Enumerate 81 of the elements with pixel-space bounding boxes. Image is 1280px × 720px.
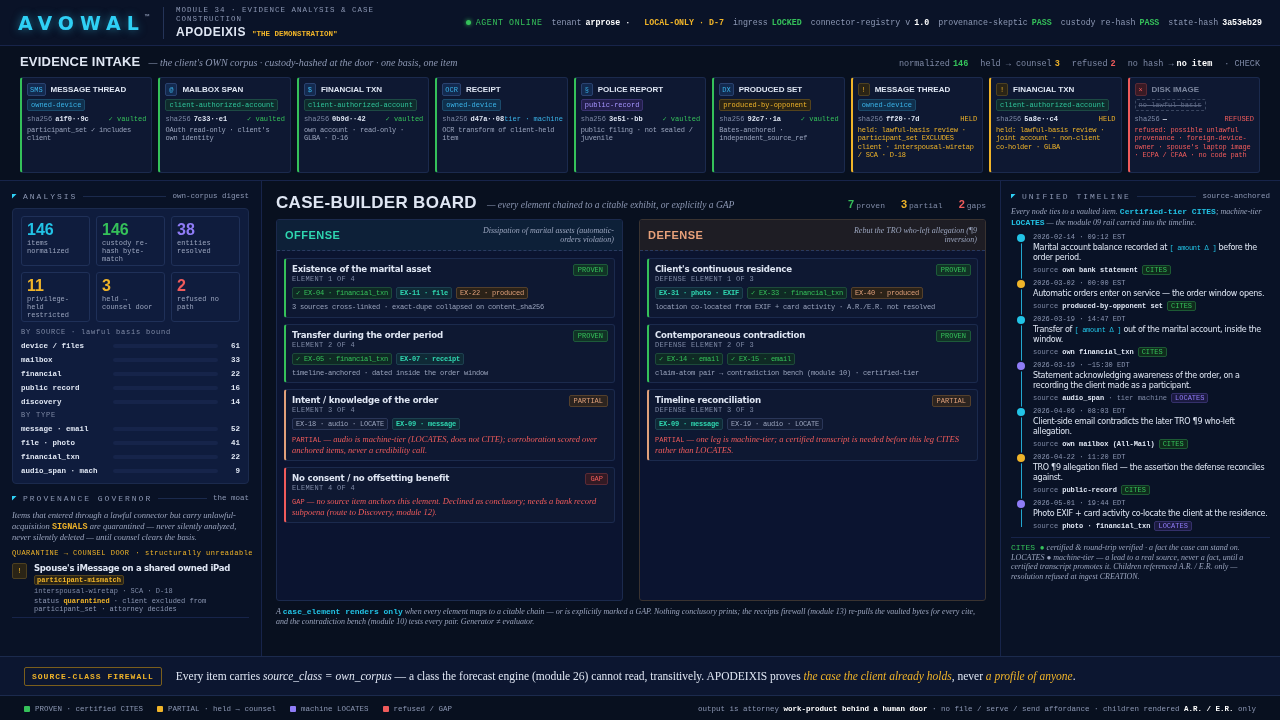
stat-value: 3 — [1054, 59, 1060, 69]
status-value: LOCKED — [771, 18, 802, 27]
board-footnote: A case_element renders only when every element maps to a citable chain — or is explicitly marked a GAP. Nothing conclusory prints; the receipts firewall (module 13) re-pulls the vaulted bytes for every cite, and the contradiction bench (module 10) tests every pair. Generator ≠ evaluator. — [276, 607, 976, 627]
stat-label: refused — [1071, 59, 1108, 69]
event-text: Statement acknowledging awareness of the order, on a recording the client made as a participant. — [1033, 371, 1241, 391]
count-label: gaps — [966, 201, 986, 210]
column-note: Rebut the TRO who-left allegation (¶9 inversion) — [852, 225, 977, 245]
timeline-intro: Every node ties to a vaulted item. Certified-tier CITES; machine-tier LOCATES — the module 09 rail carried into the timeline. — [1011, 207, 1263, 228]
count-value: 3 — [900, 198, 908, 210]
status-label: ingress — [732, 18, 768, 27]
element-title: Timeline reconciliation — [655, 395, 761, 405]
card-title: POLICE REPORT — [597, 85, 664, 94]
column-title: OFFENSE — [285, 229, 341, 241]
panel-title: UNIFIED TIMELINE — [1022, 191, 1131, 201]
count-label: proven — [856, 201, 885, 210]
stat-label: held → counsel — [980, 59, 1052, 69]
count-value: 7 — [848, 198, 855, 210]
stat-value: no item — [1176, 59, 1213, 69]
card-title: MESSAGE THREAD — [50, 85, 127, 94]
element-title: Transfer during the order period — [292, 329, 443, 340]
governor-text: Items that entered through a lawful connector but carry unlawful-acquisition SIGNALS are quarantined — never silently analyzed, never silently deleted — until counsel clears the basis. — [12, 510, 238, 543]
event-text: TRO ¶9 allegation filed — the assertion the defense reconciles against. — [1033, 463, 1266, 483]
status-value: LOCAL-ONLY · D-7 — [644, 18, 724, 27]
column-title: DEFENSE — [648, 229, 704, 241]
tile-value: 146 — [27, 221, 55, 238]
status-dot — [465, 20, 471, 25]
element-title: Client's continuous residence — [655, 264, 792, 274]
tile-value: 2 — [177, 277, 187, 294]
stat-label: normalized — [898, 59, 950, 69]
event-text: Client-side email contradicts the later TRO ¶9 who-left allegation. — [1033, 417, 1236, 437]
column-note: Dissipation of marital assets (automatic-orders violation) — [481, 225, 614, 245]
card-title: DISK IMAGE — [1151, 85, 1200, 94]
status-label: provenance-skeptic — [938, 18, 1028, 27]
board-title: CASE-BUILDER BOARD — [276, 193, 477, 213]
tile-value: 146 — [102, 221, 130, 238]
section-subtitle: — the client's OWN corpus · custody-hashed at the door · one basis, one item — [148, 57, 458, 68]
panel-title: PROVENANCE GOVERNOR — [23, 493, 153, 503]
corner-icon — [12, 193, 17, 199]
stat-value: 2 — [1110, 59, 1116, 69]
event-text: Automatic orders enter on service — the order window opens. — [1033, 289, 1265, 299]
card-title: MESSAGE THREAD — [874, 85, 951, 94]
corner-icon — [12, 495, 17, 501]
agent-status: AGENT ONLINE — [475, 18, 543, 27]
brand-logo: AVOWAL — [18, 11, 145, 34]
tile-value: 38 — [177, 221, 196, 238]
tile-value: 11 — [27, 277, 45, 294]
element-title: Existence of the marital asset — [292, 264, 431, 274]
count-value: 2 — [958, 198, 965, 210]
corner-icon — [1011, 193, 1016, 199]
item-title: Spouse's iMessage on a shared owned iPad — [34, 562, 232, 573]
board-subtitle: — every element chained to a citable exhibit, or explicitly a GAP — [486, 200, 735, 210]
stat-value: 146 — [952, 59, 969, 69]
firewall-label: SOURCE-CLASS FIREWALL — [24, 666, 162, 686]
status-label: state-hash — [1168, 18, 1219, 27]
alert-badge: ! — [12, 562, 27, 579]
status-value: PASS — [1139, 18, 1160, 27]
status-value: 1.0 — [914, 18, 930, 27]
status-label: connector-registry v — [810, 18, 911, 27]
card-title: MAILBOX SPAN — [182, 85, 244, 94]
card-title: FINANCIAL TXN — [1013, 85, 1075, 94]
status-value: arprose · — [585, 18, 632, 27]
stat-label: · CHECK — [1224, 59, 1260, 69]
count-label: partial — [909, 201, 943, 210]
app-title: APODEIXIS — [176, 25, 246, 39]
event-text: Photo EXIF + card activity co-locate the client at the residence. — [1033, 509, 1268, 519]
section-title: EVIDENCE INTAKE — [20, 54, 141, 69]
card-title: FINANCIAL TXN — [320, 85, 383, 94]
card-title: PRODUCED SET — [738, 85, 803, 94]
status-label: custody re-hash — [1060, 18, 1136, 27]
tile-value: 3 — [102, 277, 112, 294]
element-title: Intent / knowledge of the order — [292, 395, 439, 405]
timeline-legend: CITES ● certified & round-trip verified · a fact the case can stand on. LOCATES ● machine-tier — a lead to a real source, never a fact, until a certified transcript promotes it. Children referenced A.R. / E.R. only — resolution refused at ingest CREATION. — [1011, 537, 1270, 582]
element-title: Contemporaneous contradiction — [655, 329, 806, 340]
stat-label: no hash → — [1127, 59, 1174, 69]
element-title: No consent / no offsetting benefit — [292, 473, 450, 483]
status-label: tenant — [551, 18, 582, 27]
panel-title: ANALYSIS — [23, 191, 78, 201]
status-value: 3a53eb29 — [1222, 18, 1262, 27]
card-title: RECEIPT — [465, 85, 501, 94]
firewall-text: Every item carries source_class = own_corpus — a class the forecast engine (module 26) cannot read, transitively. APODEIXIS proves the case the client already holds, never a profile of anyone. — [175, 670, 1076, 682]
status-value: PASS — [1031, 18, 1052, 27]
